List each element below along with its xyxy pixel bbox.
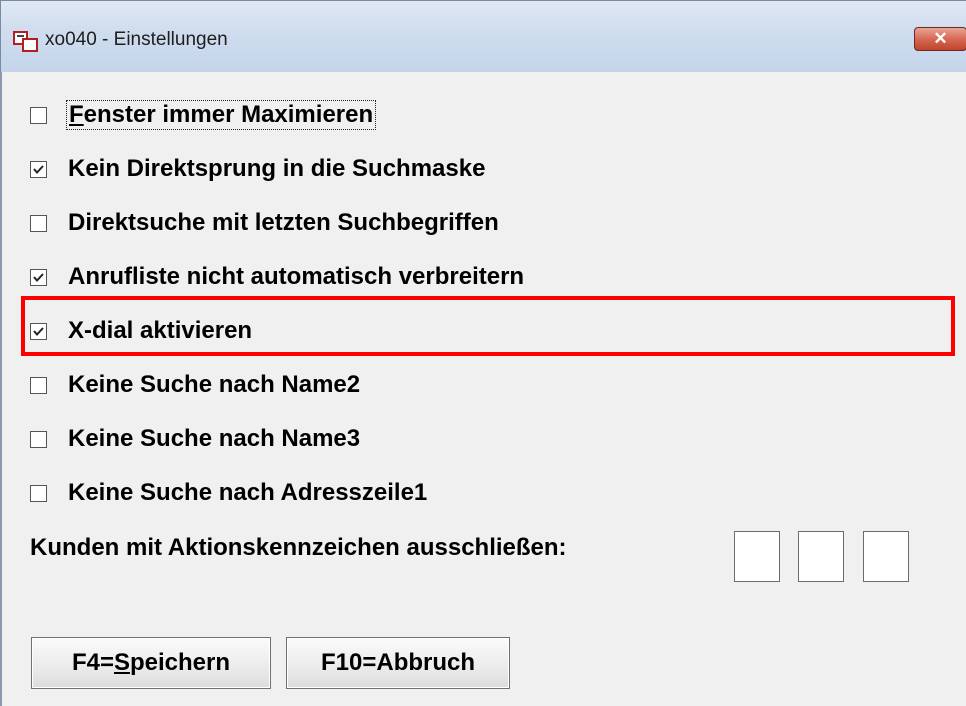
option-label: Keine Suche nach Adresszeile1	[68, 479, 428, 506]
option-kein-direktsprung[interactable]: Kein Direktsprung in die Suchmaske	[30, 149, 485, 189]
settings-window: xo040 - Einstellungen ✕ Fenster immer Ma…	[0, 0, 966, 706]
aktionskennzeichen-field-2[interactable]	[798, 531, 844, 582]
checkbox-fenster-maximieren[interactable]	[30, 106, 47, 124]
option-label: Direktsuche mit letzten Suchbegriffen	[68, 209, 499, 236]
checkbox-anrufliste[interactable]	[30, 268, 47, 286]
window-title: xo040 - Einstellungen	[45, 29, 228, 50]
save-label-mnemonic: S	[113, 649, 130, 676]
save-label-suffix: peichern	[130, 649, 231, 676]
option-name3[interactable]: Keine Suche nach Name3	[30, 419, 360, 459]
option-anrufliste[interactable]: Anrufliste nicht automatisch verbreitern	[30, 257, 524, 297]
option-label: Keine Suche nach Name3	[68, 425, 361, 452]
highlight-box	[21, 296, 955, 356]
option-direktsuche[interactable]: Direktsuche mit letzten Suchbegriffen	[30, 203, 499, 243]
cancel-button[interactable]: F10=Abbruch	[286, 637, 510, 689]
app-icon	[13, 31, 38, 52]
checkbox-adresszeile1[interactable]	[30, 484, 47, 502]
aktionskennzeichen-field-1[interactable]	[734, 531, 780, 582]
checkbox-direktsuche[interactable]	[30, 214, 47, 232]
option-fenster-maximieren[interactable]: Fenster immer Maximieren	[30, 95, 377, 135]
option-label: Anrufliste nicht automatisch verbreitern	[68, 263, 525, 290]
option-label: Keine Suche nach Name2	[68, 371, 361, 398]
option-adresszeile1[interactable]: Keine Suche nach Adresszeile1	[30, 473, 427, 513]
close-icon: ✕	[933, 29, 948, 48]
title-bar[interactable]: xo040 - Einstellungen ✕	[0, 0, 966, 72]
option-name2[interactable]: Keine Suche nach Name2	[30, 365, 360, 405]
kunden-label: Kunden mit Aktionskennzeichen ausschließ…	[30, 534, 567, 561]
checkmark-icon	[33, 164, 44, 174]
checkmark-icon	[33, 272, 44, 282]
option-label: Kein Direktsprung in die Suchmaske	[68, 155, 486, 182]
checkbox-name3[interactable]	[30, 430, 47, 448]
checkbox-kein-direktsprung[interactable]	[30, 160, 47, 178]
save-label-prefix: F4=	[71, 649, 114, 676]
aktionskennzeichen-field-3[interactable]	[863, 531, 909, 582]
checkbox-name2[interactable]	[30, 376, 47, 394]
option-label: Fenster immer Maximieren	[66, 100, 377, 130]
close-button[interactable]: ✕	[914, 27, 966, 51]
save-button[interactable]: F4= Speichern	[31, 637, 271, 689]
